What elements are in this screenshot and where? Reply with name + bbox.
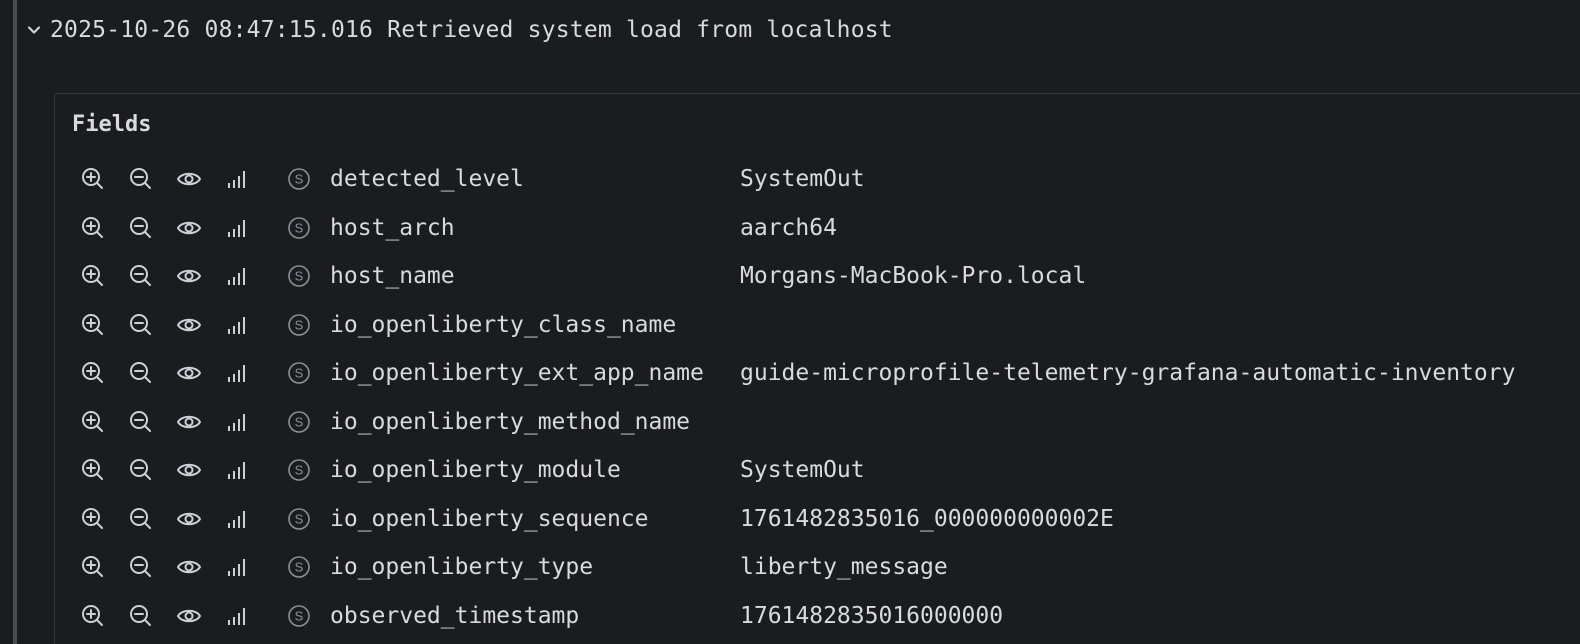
- field-name: io_openliberty_ext_app_name: [330, 360, 704, 386]
- field-name: io_openliberty_class_name: [330, 311, 677, 338]
- svg-text:S: S: [295, 269, 304, 284]
- svg-text:S: S: [295, 560, 304, 575]
- eye-icon[interactable]: [176, 409, 202, 435]
- string-type-icon: S: [287, 167, 311, 191]
- field-row: Sio_openliberty_type liberty_message: [72, 543, 1572, 591]
- zoom-out-icon[interactable]: [128, 554, 154, 580]
- zoom-in-icon[interactable]: [80, 506, 106, 532]
- zoom-out-icon[interactable]: [128, 360, 154, 386]
- eye-icon[interactable]: [176, 457, 202, 483]
- field-name: host_arch: [330, 214, 455, 241]
- log-line: 2025-10-26 08:47:15.016 Retrieved system…: [50, 17, 893, 43]
- zoom-in-icon[interactable]: [80, 263, 106, 289]
- log-row-header[interactable]: 2025-10-26 08:47:15.016 Retrieved system…: [24, 12, 893, 48]
- chevron-down-icon[interactable]: [24, 20, 44, 40]
- zoom-in-icon[interactable]: [80, 166, 106, 192]
- field-name: io_openliberty_sequence: [330, 505, 649, 532]
- stats-icon[interactable]: [224, 166, 250, 192]
- field-name: io_openliberty_module: [330, 457, 621, 483]
- log-details-panel: 2025-10-26 08:47:15.016 Retrieved system…: [0, 0, 1580, 644]
- zoom-out-icon[interactable]: [128, 215, 154, 241]
- zoom-out-icon[interactable]: [128, 263, 154, 289]
- stats-icon[interactable]: [224, 603, 250, 629]
- log-message: Retrieved system load from localhost: [387, 17, 893, 43]
- field-value: liberty_message: [740, 554, 948, 580]
- string-type-icon: S: [287, 313, 311, 337]
- eye-icon[interactable]: [176, 215, 202, 241]
- field-row: Sio_openliberty_method_name: [72, 398, 1572, 446]
- zoom-in-icon[interactable]: [80, 457, 106, 483]
- eye-icon[interactable]: [176, 360, 202, 386]
- fields-title: Fields: [72, 112, 152, 137]
- svg-text:S: S: [295, 366, 304, 381]
- string-type-icon: S: [287, 555, 311, 579]
- svg-text:S: S: [295, 463, 304, 478]
- string-type-icon: S: [287, 410, 311, 434]
- zoom-in-icon[interactable]: [80, 409, 106, 435]
- field-name: io_openliberty_method_name: [330, 408, 691, 435]
- field-row: Sio_openliberty_module SystemOut: [72, 446, 1572, 494]
- stats-icon[interactable]: [224, 312, 250, 338]
- eye-icon[interactable]: [176, 166, 202, 192]
- stats-icon[interactable]: [224, 554, 250, 580]
- svg-text:S: S: [295, 220, 304, 235]
- zoom-out-icon[interactable]: [128, 603, 154, 629]
- zoom-out-icon[interactable]: [128, 457, 154, 483]
- stats-icon[interactable]: [224, 215, 250, 241]
- string-type-icon: S: [287, 458, 311, 482]
- string-type-icon: S: [287, 264, 311, 288]
- field-value: SystemOut: [740, 166, 865, 192]
- zoom-in-icon[interactable]: [80, 312, 106, 338]
- svg-text:S: S: [295, 414, 304, 429]
- stats-icon[interactable]: [224, 263, 250, 289]
- field-name: detected_level: [330, 166, 524, 192]
- string-type-icon: S: [287, 361, 311, 385]
- field-name: host_name: [330, 263, 455, 289]
- eye-icon[interactable]: [176, 312, 202, 338]
- zoom-out-icon[interactable]: [128, 312, 154, 338]
- field-value: 1761482835016_000000000002E: [740, 505, 1114, 532]
- field-value: 1761482835016000000: [740, 602, 1004, 629]
- log-timestamp: 2025-10-26 08:47:15.016: [50, 17, 374, 43]
- field-value: SystemOut: [740, 457, 865, 483]
- zoom-out-icon[interactable]: [128, 409, 154, 435]
- field-row: Sobserved_timestamp 1761482835016000000: [72, 592, 1572, 640]
- string-type-icon: S: [287, 604, 311, 628]
- eye-icon[interactable]: [176, 554, 202, 580]
- field-row: Shost_name Morgans-MacBook-Pro.local: [72, 252, 1572, 300]
- stats-icon[interactable]: [224, 457, 250, 483]
- string-type-icon: S: [287, 216, 311, 240]
- field-name: observed_timestamp: [330, 602, 580, 629]
- svg-text:S: S: [295, 172, 304, 187]
- field-row: Sdetected_level SystemOut: [72, 155, 1572, 203]
- field-row: Sio_openliberty_class_name: [72, 301, 1572, 349]
- zoom-in-icon[interactable]: [80, 215, 106, 241]
- zoom-out-icon[interactable]: [128, 506, 154, 532]
- log-level-indicator: [13, 0, 17, 644]
- field-name: io_openliberty_type: [330, 554, 594, 580]
- zoom-in-icon[interactable]: [80, 554, 106, 580]
- svg-text:S: S: [295, 317, 304, 332]
- field-value: aarch64: [740, 214, 837, 241]
- field-value: Morgans-MacBook-Pro.local: [740, 263, 1087, 289]
- field-value: guide-microprofile-telemetry-grafana-aut…: [740, 360, 1516, 386]
- zoom-out-icon[interactable]: [128, 166, 154, 192]
- eye-icon[interactable]: [176, 506, 202, 532]
- field-row: Shost_arch aarch64: [72, 204, 1572, 252]
- svg-text:S: S: [295, 608, 304, 623]
- stats-icon[interactable]: [224, 506, 250, 532]
- zoom-in-icon[interactable]: [80, 360, 106, 386]
- stats-icon[interactable]: [224, 409, 250, 435]
- eye-icon[interactable]: [176, 263, 202, 289]
- eye-icon[interactable]: [176, 603, 202, 629]
- field-row: Sio_openliberty_sequence 1761482835016_00…: [72, 495, 1572, 543]
- field-row: Sio_openliberty_ext_app_name guide-microp…: [72, 349, 1572, 397]
- zoom-in-icon[interactable]: [80, 603, 106, 629]
- stats-icon[interactable]: [224, 360, 250, 386]
- string-type-icon: S: [287, 507, 311, 531]
- svg-text:S: S: [295, 511, 304, 526]
